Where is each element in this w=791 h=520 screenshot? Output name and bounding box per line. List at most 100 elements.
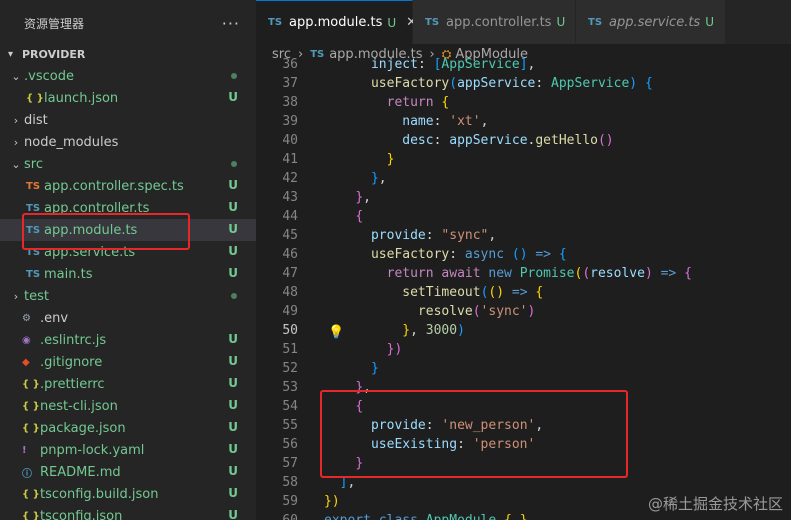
chevron-right-icon[interactable]: ›: [8, 136, 24, 149]
file-tree-item-label: pnpm-lock.yaml: [40, 442, 145, 458]
yaml-file-icon: !: [22, 444, 27, 456]
file-tree-item[interactable]: ◆ .gitignore U: [0, 351, 256, 373]
code-token: ,: [488, 228, 497, 243]
code-line: 52 }: [256, 359, 791, 378]
code-token: resolve: [417, 304, 473, 319]
file-tree-item[interactable]: › dist: [0, 109, 256, 131]
chevron-down-icon: ▾: [8, 48, 14, 60]
file-tree-item[interactable]: { } launch.json U: [0, 87, 256, 109]
file-tree-item[interactable]: › node_modules: [0, 131, 256, 153]
ts-red-file-icon: TS: [26, 180, 41, 192]
file-tree-item[interactable]: ⓘ README.md U: [0, 461, 256, 483]
line-number: 43: [282, 190, 298, 205]
file-tree-item[interactable]: ⌄ src: [0, 153, 256, 175]
project-section-header[interactable]: ▾ PROVIDER: [0, 43, 256, 65]
json-file-icon: { }: [26, 92, 44, 104]
file-tree-item[interactable]: { } nest-cli.json U: [0, 395, 256, 417]
code-line: 39 name: 'xt',: [256, 112, 791, 131]
explorer-sidebar: 资源管理器 ··· ▾ PROVIDER ⌄ .vscode{ } launch.j…: [0, 0, 256, 520]
chevron-right-icon[interactable]: ›: [8, 114, 24, 127]
typescript-file-icon: TS: [425, 16, 440, 28]
more-actions-icon[interactable]: ···: [222, 14, 240, 33]
code-token: :: [433, 114, 450, 129]
code-token: ): [527, 304, 536, 319]
modified-dot-icon: [231, 161, 237, 167]
file-tree-item[interactable]: ! pnpm-lock.yaml U: [0, 439, 256, 461]
file-tree-item[interactable]: TS app.service.ts U: [0, 241, 256, 263]
code-token: 'xt': [449, 114, 481, 129]
code-token: export: [324, 513, 371, 520]
file-tree-item[interactable]: ⚙ .env: [0, 307, 256, 329]
tab-label: app.controller.ts: [446, 14, 552, 30]
file-tree-item[interactable]: { } tsconfig.json U: [0, 505, 256, 520]
json-file-icon: { }: [22, 400, 40, 412]
code-token: getHello: [535, 133, 598, 148]
git-untracked-badge: U: [228, 486, 238, 500]
file-tree-item[interactable]: ⌄ .vscode: [0, 65, 256, 87]
code-token: 'new_person': [441, 418, 536, 433]
code-token: appService: [449, 133, 528, 148]
line-number: 36: [282, 57, 298, 72]
code-token: }: [520, 513, 528, 520]
file-tree-item-label: node_modules: [24, 134, 119, 150]
code-token: ,: [363, 190, 371, 205]
git-untracked-badge: U: [556, 15, 566, 29]
code-token: return: [386, 266, 434, 281]
json-file-icon: { }: [22, 488, 40, 500]
modified-dot-icon: [231, 73, 237, 79]
code-token: Promise: [519, 266, 575, 281]
file-tree-item[interactable]: TS app.controller.spec.ts U: [0, 175, 256, 197]
code-token: (): [511, 247, 528, 262]
file-tree-item[interactable]: TS app.controller.ts U: [0, 197, 256, 219]
editor-tabs: TS app.module.ts U ✕ TS app.controller.ts U TS a…: [256, 0, 791, 44]
chevron-down-icon[interactable]: ⌄: [8, 158, 24, 171]
code-line: 42 },: [256, 169, 791, 188]
code-token: async: [464, 247, 505, 262]
code-editor[interactable]: 36 inject: [AppService], 37 useFactory(ap…: [256, 55, 791, 520]
code-token: {: [355, 209, 364, 224]
file-tree-item-label: app.module.ts: [44, 222, 138, 238]
code-line: 49 resolve('sync'): [256, 302, 791, 321]
eslint-file-icon: ◉: [22, 334, 31, 346]
file-tree-item-label: .env: [40, 310, 69, 326]
code-token: inject: [370, 57, 418, 72]
chevron-right-icon[interactable]: ›: [8, 290, 24, 303]
editor-tab[interactable]: TS app.service.ts U: [576, 0, 726, 44]
file-tree-item[interactable]: { } tsconfig.build.json U: [0, 483, 256, 505]
code-token: (): [597, 133, 614, 148]
file-tree-item-label: app.controller.ts: [44, 200, 150, 216]
code-token: 3000: [425, 323, 458, 338]
editor-tab[interactable]: TS app.controller.ts U: [413, 0, 576, 44]
file-tree-item[interactable]: TS app.module.ts U: [0, 219, 256, 241]
code-line: 55 provide: 'new_person',: [256, 416, 791, 435]
git-untracked-badge: U: [228, 398, 238, 412]
editor-tab[interactable]: TS app.module.ts U ✕: [256, 0, 417, 44]
code-token: AppService: [551, 76, 630, 91]
file-tree-item[interactable]: { } .prettierrc U: [0, 373, 256, 395]
git-file-icon: ◆: [22, 356, 30, 368]
file-tree-item[interactable]: ◉ .eslintrc.js U: [0, 329, 256, 351]
code-token: setTimeout: [402, 285, 481, 300]
code-line: 54 {: [256, 397, 791, 416]
line-number: 44: [282, 209, 298, 224]
git-untracked-badge: U: [228, 442, 238, 456]
chevron-down-icon[interactable]: ⌄: [8, 70, 24, 83]
tab-label: app.service.ts: [609, 14, 701, 30]
code-line: 38 return {: [256, 93, 791, 112]
git-untracked-badge: U: [228, 376, 238, 390]
code-text: }): [324, 492, 340, 511]
file-tree-item[interactable]: { } package.json U: [0, 417, 256, 439]
json-file-icon: { }: [22, 378, 40, 390]
file-tree-item[interactable]: TS main.ts U: [0, 263, 256, 285]
git-untracked-badge: U: [228, 464, 238, 478]
file-tree-item[interactable]: › test: [0, 285, 256, 307]
